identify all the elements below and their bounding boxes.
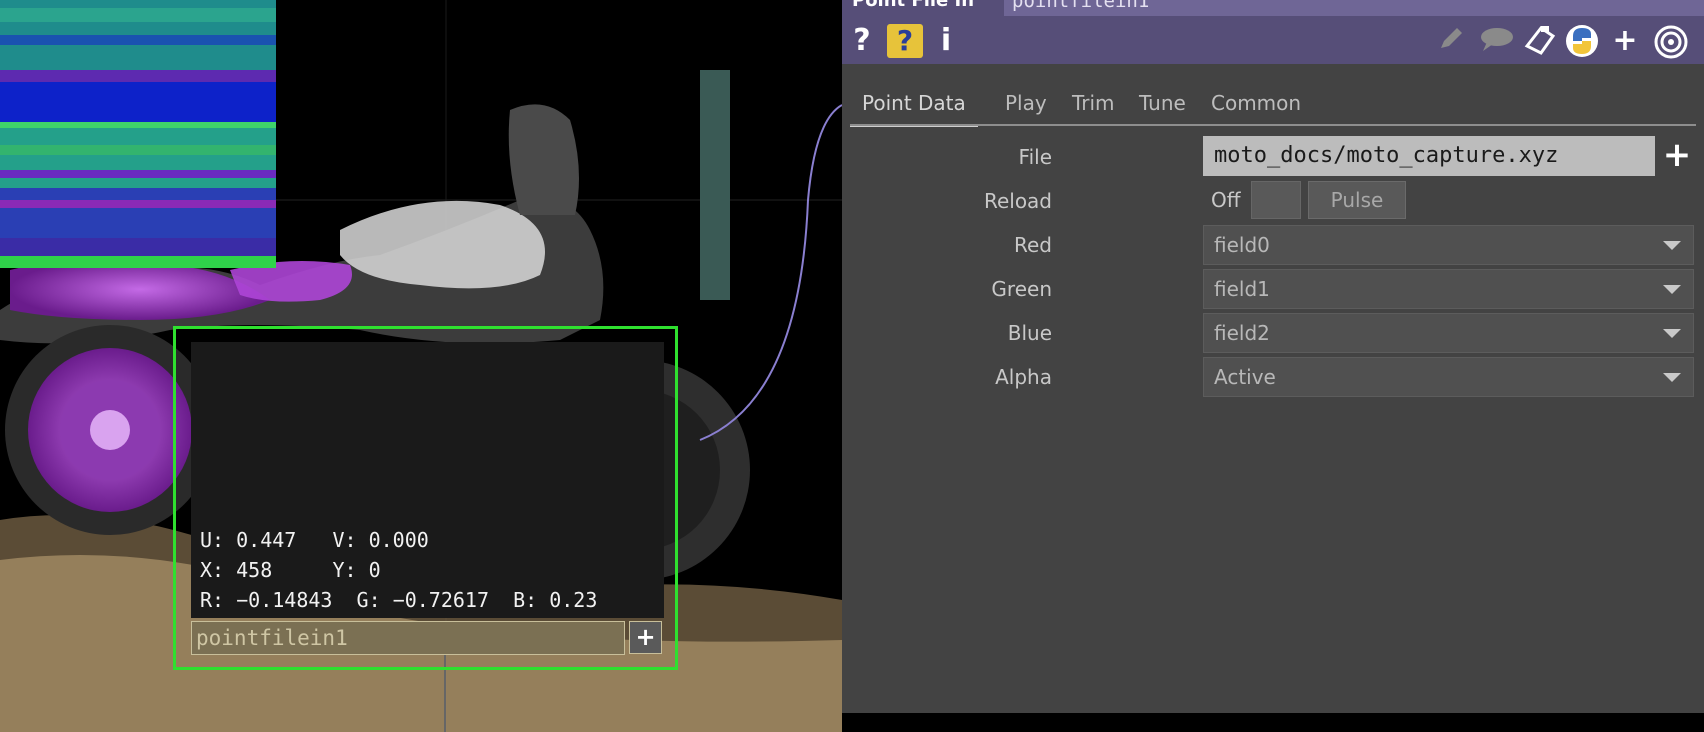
chevron-down-icon [1663,329,1681,338]
probe-uv-readout: U: 0.447 V: 0.000 [200,528,429,552]
pencil-icon[interactable] [1434,24,1468,58]
file-browse-plus-icon[interactable]: + [1660,136,1694,176]
target-icon[interactable] [1652,24,1690,59]
node-add-button[interactable]: + [629,621,662,654]
tab-trim[interactable]: Trim [1060,88,1127,124]
tab-play[interactable]: Play [993,88,1059,124]
chevron-down-icon [1663,241,1681,250]
parameter-tabs: Point Data Play Trim Tune Common [850,88,1704,127]
probe-rgb-readout: R: −0.14843 G: −0.72617 B: 0.23 [200,588,598,612]
reload-toggle[interactable] [1251,181,1301,219]
add-icon[interactable]: + [1610,24,1640,58]
node-name-field[interactable]: pointfilein1 [191,621,625,655]
info-icon[interactable]: i [936,24,956,58]
red-label: Red [1014,233,1052,257]
python-help-icon[interactable]: ? [887,24,923,58]
tab-tune[interactable]: Tune [1127,88,1198,124]
file-path-field[interactable]: moto_docs/moto_capture.xyz [1203,136,1655,176]
tab-divider [850,124,1696,126]
blue-dropdown[interactable]: field2 [1203,313,1694,353]
chevron-down-icon [1663,285,1681,294]
node-texture-preview [0,0,276,268]
red-dropdown-value: field0 [1214,233,1270,257]
red-dropdown[interactable]: field0 [1203,225,1694,265]
alpha-dropdown-value: Active [1214,365,1276,389]
parameter-panel: Point File In pointfilein1 ? ? i + Point… [842,0,1704,713]
clipboard-icon[interactable] [1522,24,1558,58]
blue-dropdown-value: field2 [1214,321,1270,345]
comment-icon[interactable] [1478,24,1516,58]
alpha-dropdown[interactable]: Active [1203,357,1694,397]
file-label: File [1018,145,1052,169]
green-dropdown[interactable]: field1 [1203,269,1694,309]
chevron-down-icon [1663,373,1681,382]
tab-point-data[interactable]: Point Data [850,88,978,127]
panel-header: Point File In pointfilein1 ? ? i + [842,0,1704,64]
python-icon[interactable] [1564,24,1600,58]
tab-common[interactable]: Common [1199,88,1313,124]
probe-xy-readout: X: 458 Y: 0 [200,558,381,582]
alpha-label: Alpha [995,365,1052,389]
panel-titlebar: Point File In pointfilein1 [842,0,1704,16]
green-dropdown-value: field1 [1214,277,1270,301]
pulse-button[interactable]: Pulse [1308,181,1406,219]
reload-label: Reload [983,189,1052,213]
help-icon[interactable]: ? [850,24,874,58]
blue-label: Blue [1007,321,1052,345]
operator-type-label: Point File In [852,0,975,11]
background-viewport: U: 0.447 V: 0.000 X: 458 Y: 0 R: −0.1484… [0,0,842,732]
operator-name-field[interactable]: pointfilein1 [1004,0,1704,16]
reload-state-label: Off [1211,188,1241,212]
green-label: Green [991,277,1052,301]
